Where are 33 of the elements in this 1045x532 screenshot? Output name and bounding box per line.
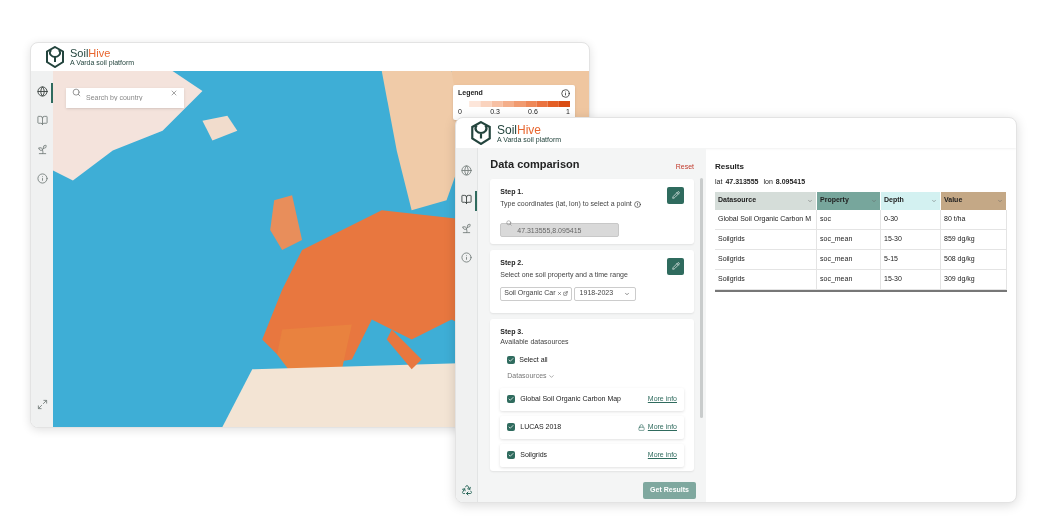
search-icon xyxy=(506,219,513,226)
globe-icon[interactable] xyxy=(36,86,48,97)
sprout-icon[interactable] xyxy=(36,144,48,155)
external-link-icon[interactable] xyxy=(562,291,568,296)
close-icon[interactable] xyxy=(170,89,178,97)
checkbox[interactable] xyxy=(507,395,516,403)
close-icon[interactable] xyxy=(556,291,562,296)
book-icon[interactable] xyxy=(36,115,48,126)
checkbox[interactable] xyxy=(507,355,516,364)
logo-wordmark: SoilHive xyxy=(70,48,112,59)
book-icon[interactable] xyxy=(461,194,473,205)
caret-icon xyxy=(807,197,813,204)
logo-icon xyxy=(45,46,65,68)
pencil-icon xyxy=(671,191,680,199)
caret-icon xyxy=(547,372,555,380)
checkbox[interactable] xyxy=(507,451,516,459)
checkbox[interactable] xyxy=(507,423,516,431)
logo-wordmark: SoilHive xyxy=(497,123,543,136)
recycle-icon[interactable] xyxy=(460,484,473,496)
caret-icon xyxy=(997,197,1003,204)
edit-button[interactable] xyxy=(667,257,684,275)
caret-icon xyxy=(871,197,877,204)
chevron-down-icon xyxy=(623,290,630,297)
logo-icon xyxy=(470,121,492,145)
sprout-icon[interactable] xyxy=(461,223,473,234)
edit-button[interactable] xyxy=(667,186,684,204)
pencil-icon xyxy=(671,262,680,270)
caret-icon xyxy=(931,197,937,204)
expand-icon[interactable] xyxy=(36,399,48,410)
globe-icon[interactable] xyxy=(461,165,473,176)
search-icon xyxy=(72,88,81,97)
results-title: Results xyxy=(715,161,745,173)
panel-title: Data comparison xyxy=(490,157,580,172)
